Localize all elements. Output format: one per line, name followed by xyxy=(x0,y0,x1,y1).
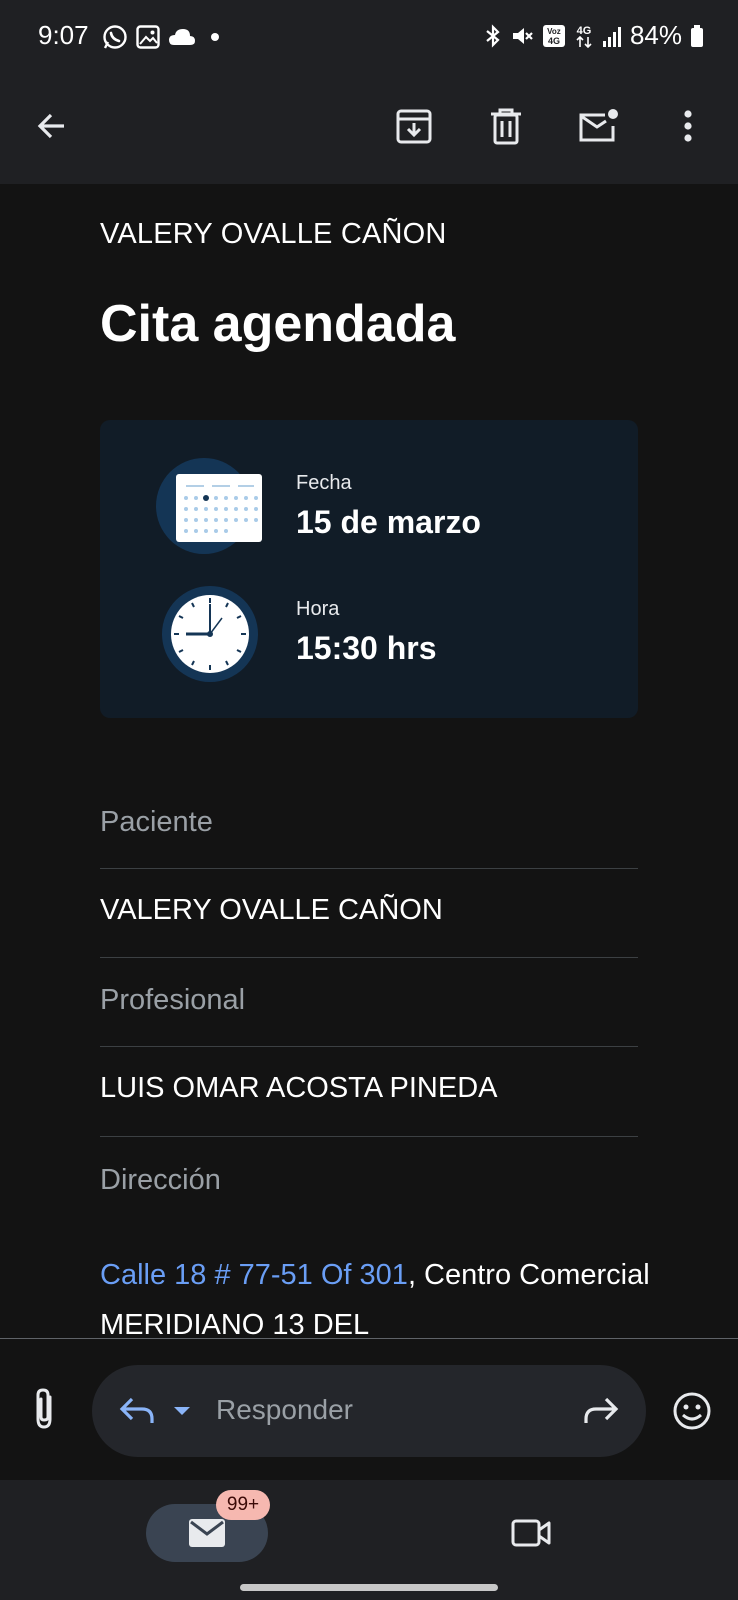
calendar-icon xyxy=(156,458,262,554)
email-title: Cita agendada xyxy=(100,295,456,353)
time-value: 15:30 hrs xyxy=(296,630,437,666)
image-icon xyxy=(136,25,160,49)
time-label: Hora xyxy=(296,598,340,620)
paperclip-icon[interactable] xyxy=(26,1387,64,1436)
emoji-icon[interactable] xyxy=(672,1391,712,1436)
signal-icon xyxy=(602,26,621,47)
address-text: Calle 18 # 77-51 Of 301, Centro Comercia… xyxy=(100,1250,660,1338)
system-icons: Voz 4G 4G 84% xyxy=(484,20,704,51)
battery-percent: 84% xyxy=(629,20,682,50)
appointment-card: Fecha 15 de marzo Hora 15:30 hrs xyxy=(100,420,638,718)
status-bar: 9:07 Voz 4G 4G 84% xyxy=(0,0,738,72)
gesture-bar[interactable] xyxy=(240,1584,498,1591)
volte-icon: Voz 4G xyxy=(542,24,565,47)
4g-icon: 4G xyxy=(576,25,592,48)
mail-icon xyxy=(189,1519,225,1547)
sender-name: VALERY OVALLE CAÑON xyxy=(100,218,447,250)
svg-text:4G: 4G xyxy=(577,25,592,37)
dot-icon xyxy=(211,33,219,41)
reply-input[interactable]: Responder xyxy=(92,1365,646,1457)
mute-icon xyxy=(512,27,533,44)
svg-text:Voz: Voz xyxy=(547,27,561,36)
archive-icon[interactable] xyxy=(390,102,438,150)
cloud-icon xyxy=(169,29,195,45)
arrow-back-icon[interactable] xyxy=(28,102,76,150)
video-icon[interactable] xyxy=(510,1516,552,1555)
divider xyxy=(100,1046,638,1047)
address-link[interactable]: Calle 18 # 77-51 Of 301 xyxy=(100,1259,408,1291)
professional-value: LUIS OMAR ACOSTA PINEDA xyxy=(100,1072,498,1104)
caret-down-icon[interactable] xyxy=(172,1405,192,1417)
svg-text:4G: 4G xyxy=(548,36,560,46)
whatsapp-icon xyxy=(103,25,127,49)
email-body[interactable]: VALERY OVALLE CAÑON Cita agendada Fecha … xyxy=(0,184,738,1338)
bluetooth-icon xyxy=(486,23,500,48)
reply-placeholder: Responder xyxy=(216,1394,353,1425)
clock-icon xyxy=(162,586,258,682)
bottom-nav: 99+ xyxy=(0,1480,738,1600)
mail-badge: 99+ xyxy=(216,1490,270,1520)
status-time: 9:07 xyxy=(38,20,89,50)
professional-label: Profesional xyxy=(100,984,246,1016)
date-value: 15 de marzo xyxy=(296,504,481,540)
divider xyxy=(100,1136,638,1137)
email-toolbar xyxy=(0,72,738,184)
reply-icon[interactable] xyxy=(118,1395,156,1427)
date-label: Fecha xyxy=(296,472,352,494)
divider xyxy=(100,957,638,958)
address-label: Dirección xyxy=(100,1164,221,1196)
trash-icon[interactable] xyxy=(482,102,530,150)
notification-icons xyxy=(102,24,226,50)
divider xyxy=(100,868,638,869)
mail-unread-icon[interactable] xyxy=(574,102,622,150)
battery-icon xyxy=(691,24,703,47)
more-vert-icon[interactable] xyxy=(664,102,712,150)
patient-value: VALERY OVALLE CAÑON xyxy=(100,894,443,926)
reply-bar: Responder xyxy=(0,1338,738,1480)
patient-label: Paciente xyxy=(100,806,213,838)
forward-icon[interactable] xyxy=(582,1395,620,1427)
